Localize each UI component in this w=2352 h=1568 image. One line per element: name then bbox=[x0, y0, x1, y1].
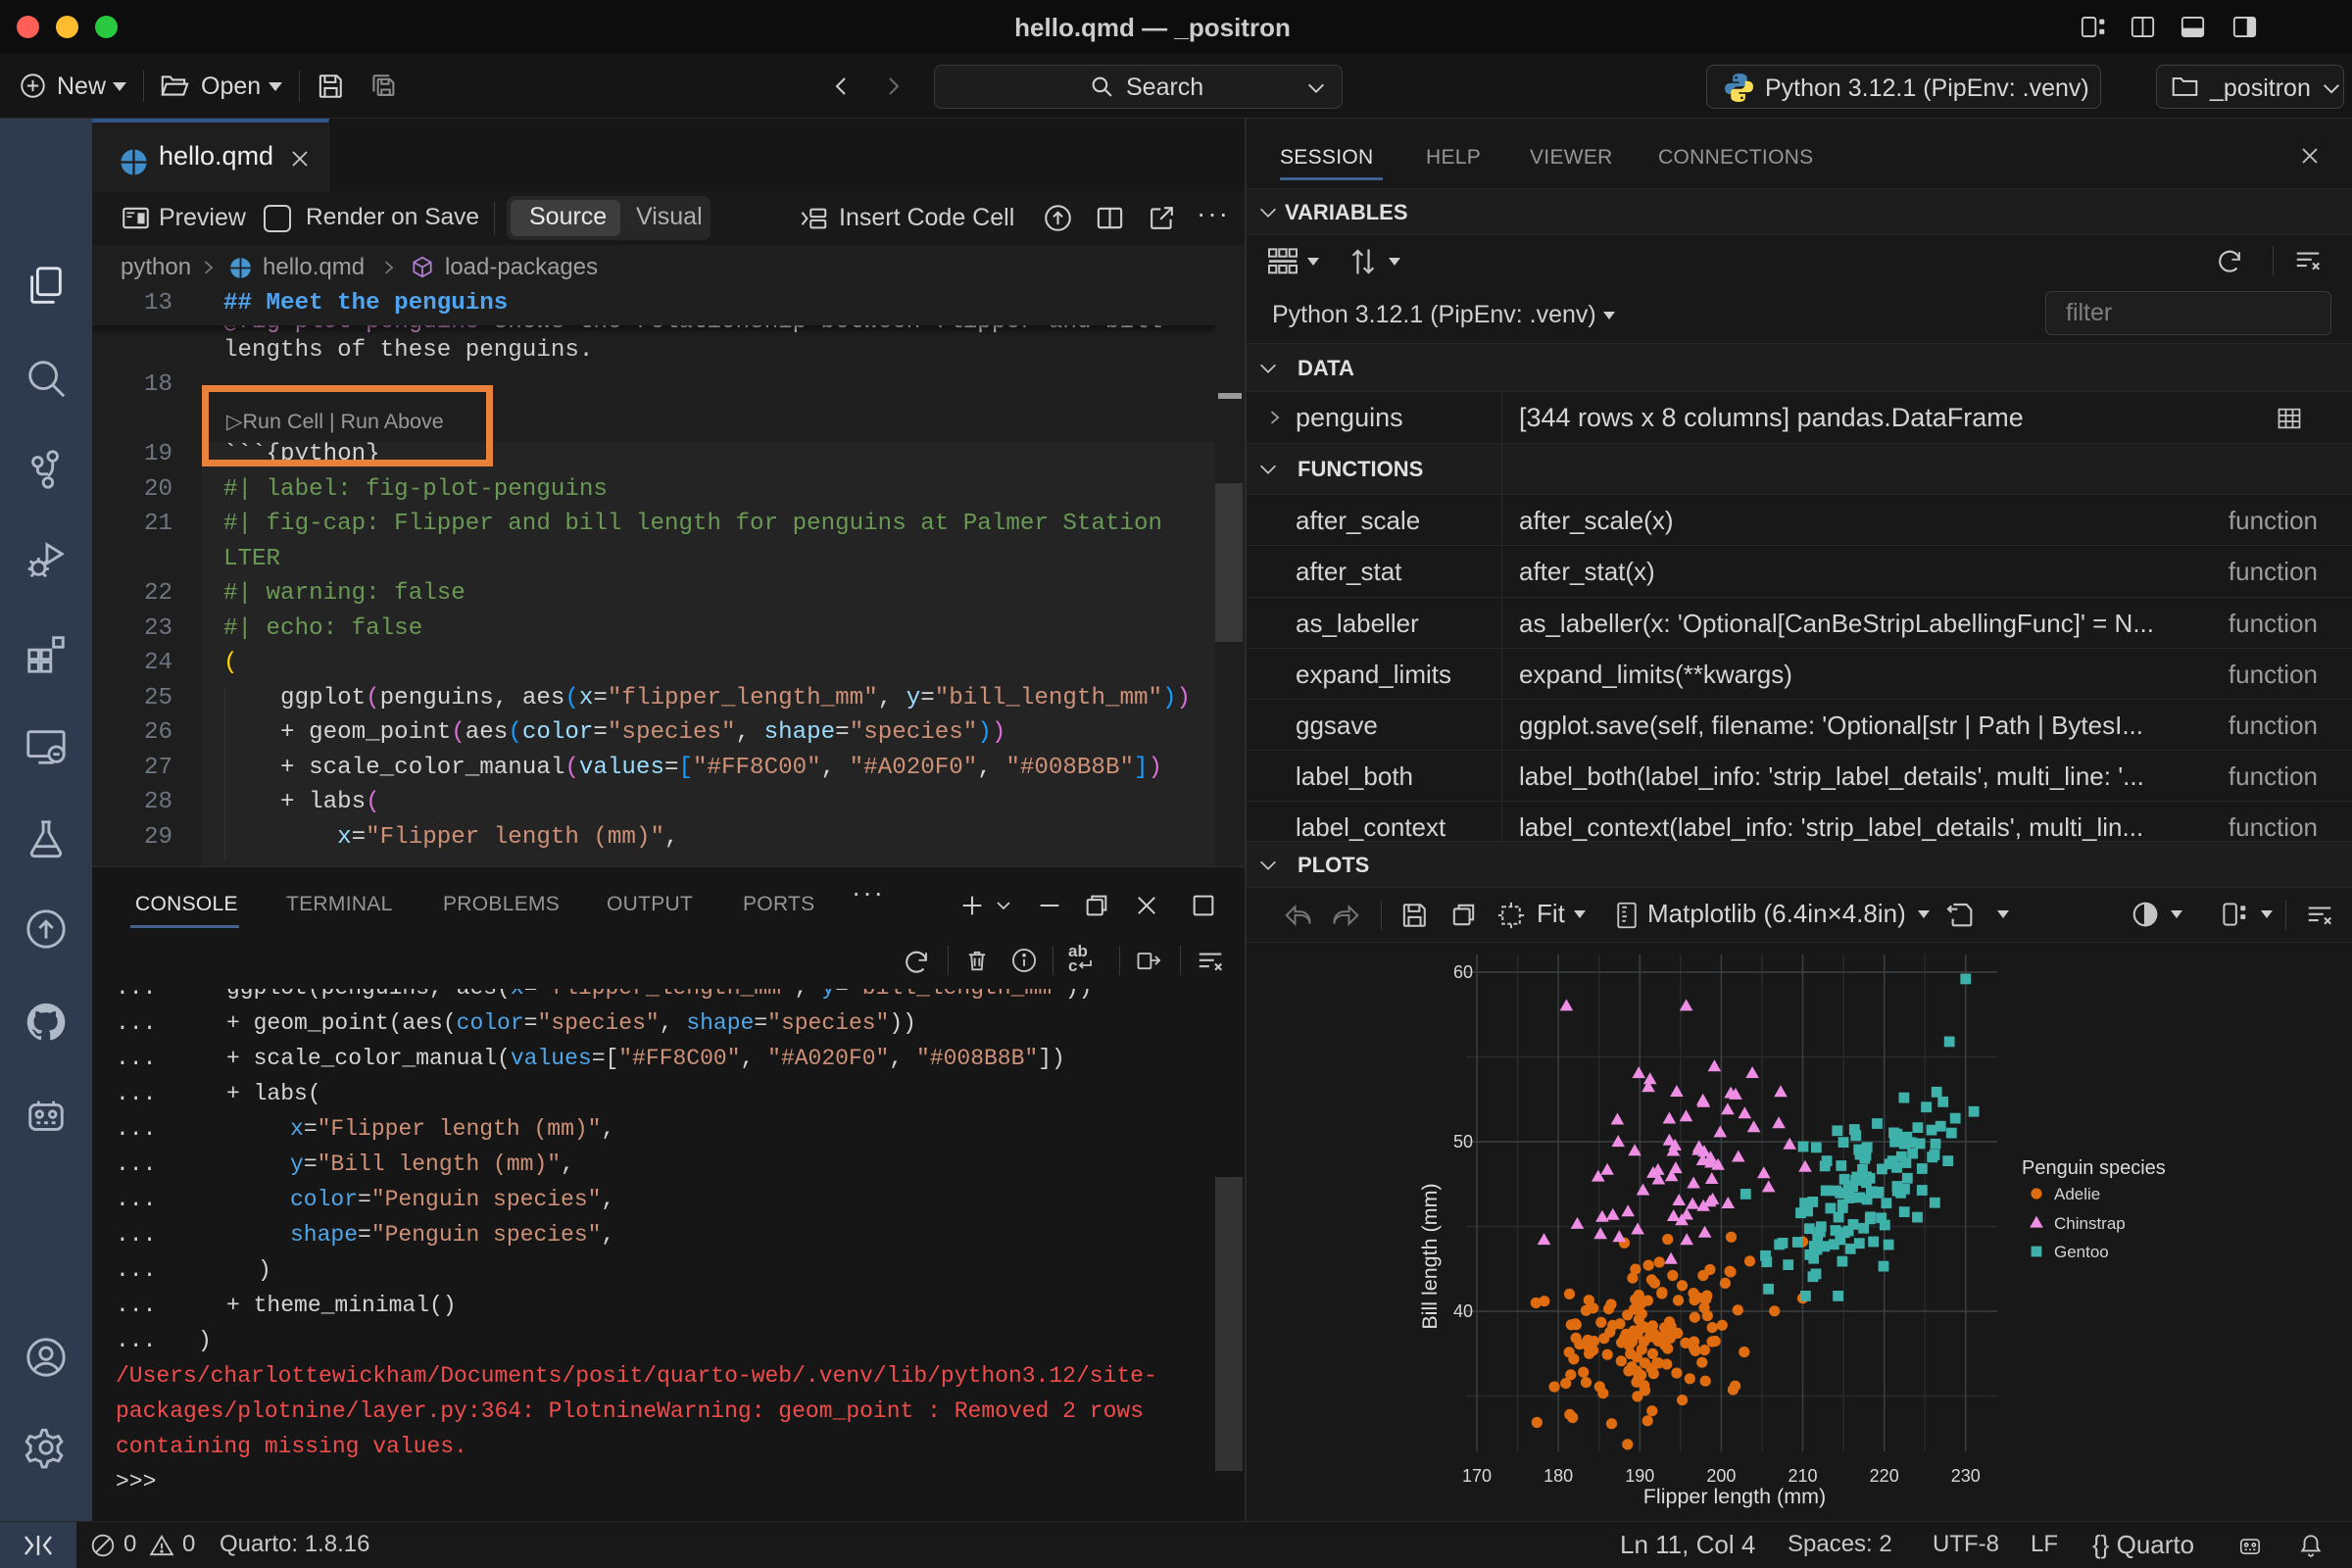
svg-text:40: 40 bbox=[1453, 1301, 1473, 1321]
svg-text:220: 220 bbox=[1870, 1466, 1899, 1486]
svg-text:Penguin species: Penguin species bbox=[2022, 1157, 2166, 1179]
svg-text:170: 170 bbox=[1462, 1466, 1492, 1486]
svg-text:Gentoo: Gentoo bbox=[2054, 1243, 2109, 1261]
svg-text:60: 60 bbox=[1453, 962, 1473, 982]
svg-text:50: 50 bbox=[1453, 1132, 1473, 1152]
svg-text:210: 210 bbox=[1788, 1466, 1817, 1486]
svg-text:Flipper length (mm): Flipper length (mm) bbox=[1643, 1485, 1826, 1508]
svg-text:190: 190 bbox=[1625, 1466, 1654, 1486]
svg-text:180: 180 bbox=[1544, 1466, 1573, 1486]
svg-text:Adelie: Adelie bbox=[2054, 1185, 2100, 1203]
svg-text:200: 200 bbox=[1706, 1466, 1736, 1486]
svg-text:Bill length (mm): Bill length (mm) bbox=[1418, 1183, 1442, 1329]
svg-text:230: 230 bbox=[1951, 1466, 1981, 1486]
svg-text:Chinstrap: Chinstrap bbox=[2054, 1214, 2126, 1233]
